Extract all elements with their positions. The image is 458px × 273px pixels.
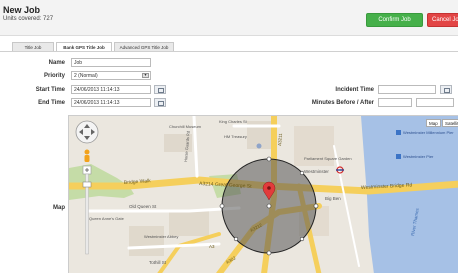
label-king-charles: King Charles St <box>219 119 248 124</box>
priority-label: Priority <box>43 73 65 79</box>
pier-icon-2 <box>396 154 401 159</box>
zoom-thumb[interactable] <box>82 181 92 188</box>
radius-handle-top[interactable] <box>266 156 272 162</box>
label-westminster: Westminster <box>304 169 329 174</box>
label-westminster-abbey: Westminster Abbey <box>144 234 178 239</box>
chevron-down-icon: ▼ <box>142 73 149 78</box>
label-tothill-st: Tothill St <box>149 260 167 265</box>
end-time-label: End Time <box>38 100 65 106</box>
incident-time-input[interactable] <box>378 85 436 94</box>
radius-handle-bottom[interactable] <box>266 250 272 256</box>
start-time-label: Start Time <box>35 87 65 93</box>
river-thames <box>361 116 458 273</box>
tab-advanced-gps-title-job[interactable]: Advanced GPS Title Job <box>114 42 174 51</box>
end-time-input[interactable]: 24/06/2013 11:14:13 <box>71 98 151 107</box>
label-queen-annes-gate: Queen Anne's Gate <box>89 216 125 221</box>
minutes-after-input[interactable] <box>416 98 454 107</box>
incident-calendar-icon[interactable] <box>440 85 452 94</box>
start-calendar-icon[interactable] <box>154 85 166 94</box>
label-millennium-pier: Westminster Millennium Pier <box>403 130 454 135</box>
units-covered-text: Units covered: 727 <box>3 16 54 22</box>
job-type-tabs: Title Job Bank GPS Title Job Advanced GP… <box>12 42 176 51</box>
tab-title-job[interactable]: Title Job <box>12 42 54 51</box>
page-title: New Job <box>3 5 41 15</box>
map-type-map-button[interactable]: Map <box>426 119 441 127</box>
label-hm-treasury: HM Treasury <box>224 134 247 139</box>
label-parliament: Parliament Square Garden <box>304 156 352 161</box>
radius-handle-center[interactable] <box>266 203 272 209</box>
confirm-job-button[interactable]: Confirm Job <box>366 13 423 27</box>
map-view[interactable]: Bridge Walk A3214 Great George St Westmi… <box>68 115 458 273</box>
tabs-divider <box>0 51 458 52</box>
end-calendar-icon[interactable] <box>154 98 166 107</box>
museum-icon <box>256 143 262 149</box>
cancel-job-button[interactable]: Cancel Job <box>427 13 458 27</box>
map-label: Map <box>53 205 65 211</box>
start-time-input[interactable]: 24/06/2013 11:14:13 <box>71 85 151 94</box>
pan-control-icon[interactable] <box>75 120 99 144</box>
label-big-ben: Big Ben <box>325 196 341 201</box>
incident-time-label: Incident Time <box>335 87 374 93</box>
radius-handle-left[interactable] <box>219 203 225 209</box>
pier-icon <box>396 130 401 135</box>
map-type-satellite-button[interactable]: Satellite <box>442 119 458 127</box>
label-old-queen-st: Old Queen St <box>129 204 157 209</box>
label-churchill-museum: Churchill Museum <box>169 124 202 129</box>
minutes-before-input[interactable] <box>378 98 412 107</box>
map-canvas[interactable]: Bridge Walk A3214 Great George St Westmi… <box>69 116 458 273</box>
name-input[interactable]: Job <box>71 58 151 67</box>
radius-handle-right[interactable] <box>313 203 319 209</box>
label-westminster-pier: Westminster Pier <box>403 154 434 159</box>
name-label: Name <box>48 60 65 66</box>
radius-handle-se[interactable] <box>299 236 305 242</box>
priority-value: 2 (Normal) <box>74 72 98 79</box>
label-a3: A3 <box>209 244 215 249</box>
priority-select[interactable]: 2 (Normal) ▼ <box>71 71 151 80</box>
pegman-icon[interactable] <box>84 149 90 163</box>
radius-handle-sw[interactable] <box>233 236 239 242</box>
minutes-before-after-label: Minutes Before / After <box>311 100 374 106</box>
page-header: New Job Units covered: 727 Confirm Job C… <box>0 0 458 36</box>
tab-bank-gps-title-job[interactable]: Bank GPS Title Job <box>56 42 112 51</box>
